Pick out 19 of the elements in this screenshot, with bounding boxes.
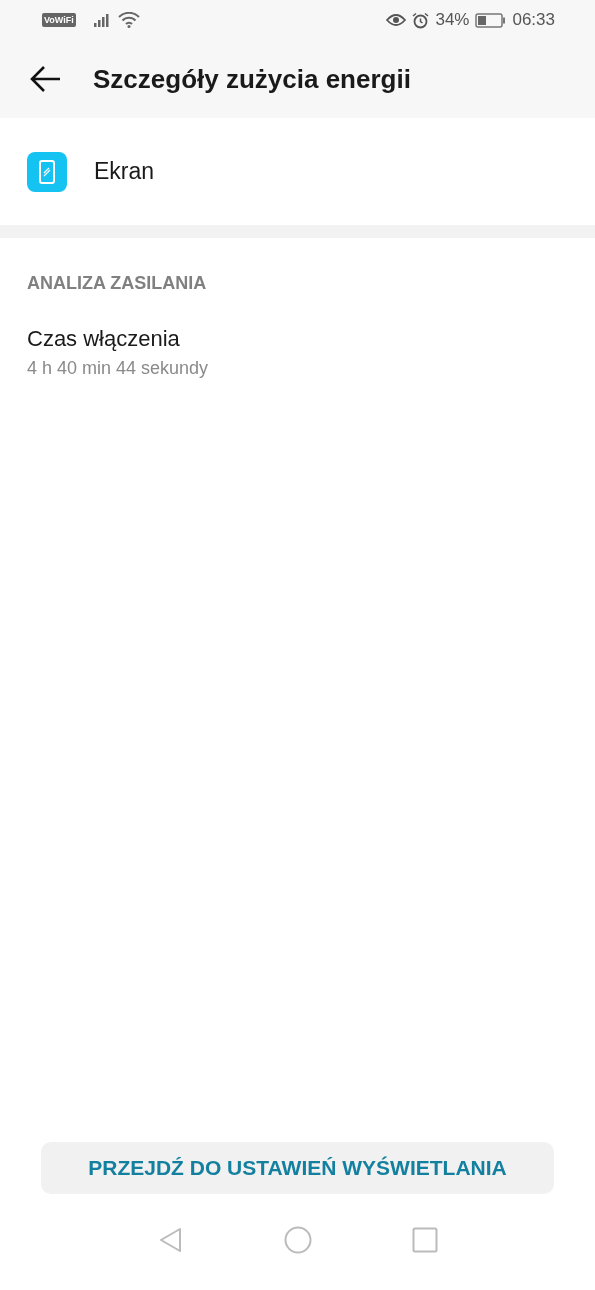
alarm-icon [412,11,430,29]
phone-app-icon [27,151,67,192]
item-value: 4 h 40 min 44 sekundy [27,358,210,379]
app-name: Ekran [94,158,155,185]
page-title: Szczegóły zużycia energii [93,63,411,95]
recents-nav-icon[interactable] [411,1227,438,1253]
battery-percent: 34% [435,10,470,30]
battery-icon [475,12,507,28]
section-header: ANALIZA ZASILANIA [27,273,208,294]
home-nav-icon[interactable] [283,1226,312,1254]
clock-time: 06:33 [512,10,555,30]
eye-icon [386,13,407,27]
back-button[interactable] [30,65,62,93]
item-title: Czas włączenia [27,326,181,352]
vowifi-badge: VoWiFi [42,13,76,27]
display-settings-button[interactable]: PRZEJDŹ DO USTAWIEŃ WYŚWIETLANIA [41,1142,554,1194]
signal-icon [93,13,112,27]
back-nav-icon[interactable] [157,1226,184,1254]
wifi-icon [117,12,140,28]
